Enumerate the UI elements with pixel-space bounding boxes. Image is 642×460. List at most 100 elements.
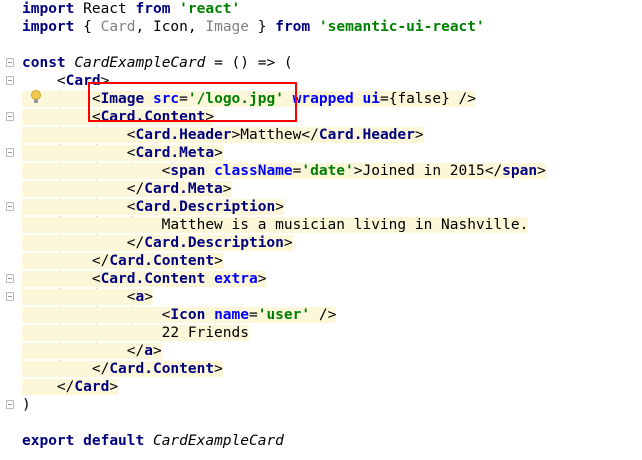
code-token: ={false} /> bbox=[379, 91, 477, 107]
code-token: CardExampleCard bbox=[74, 55, 206, 71]
code-token: export bbox=[22, 433, 75, 449]
fold-marker-icon[interactable] bbox=[6, 292, 14, 301]
code-token: 'date' bbox=[301, 163, 354, 179]
code-token: wrapped bbox=[292, 91, 354, 107]
code-token: < bbox=[22, 73, 66, 89]
code-text: <Card.Meta> bbox=[22, 144, 223, 162]
code-text: <span className='date'>Joined in 2015</s… bbox=[22, 162, 546, 180]
code-text: import React from 'react' bbox=[22, 0, 240, 18]
code-editor[interactable]: import React from 'react' import { Card, … bbox=[0, 0, 642, 460]
code-token: > bbox=[214, 361, 223, 377]
code-text: const CardExampleCard = () => ( bbox=[22, 54, 293, 72]
code-text: import { Card, Icon, Image } from 'seman… bbox=[22, 18, 485, 36]
code-token: } bbox=[249, 19, 276, 35]
fold-marker-icon[interactable] bbox=[6, 76, 14, 85]
code-token: < bbox=[22, 163, 171, 179]
fold-marker-icon[interactable] bbox=[6, 112, 14, 121]
code-token: span bbox=[170, 163, 206, 179]
code-token: Card.Header bbox=[318, 127, 415, 143]
code-token: >Joined in 2015</ bbox=[353, 163, 503, 179]
code-token: ui bbox=[362, 91, 380, 107]
code-token: > bbox=[222, 181, 232, 197]
code-token: < bbox=[22, 145, 136, 161]
code-token: > bbox=[152, 343, 162, 359]
code-token: Card.Meta bbox=[135, 145, 215, 161]
code-token: </ bbox=[22, 379, 75, 395]
fold-marker-icon[interactable] bbox=[6, 202, 14, 211]
code-token: > bbox=[109, 379, 119, 395]
code-token: React bbox=[74, 1, 136, 17]
fold-marker-icon[interactable] bbox=[6, 400, 14, 409]
fold-marker-icon[interactable] bbox=[6, 148, 14, 157]
code-token: from bbox=[275, 19, 311, 35]
code-token: > bbox=[283, 235, 293, 251]
code-token: { bbox=[74, 19, 101, 35]
lightbulb-icon[interactable] bbox=[30, 88, 42, 106]
code-token: Card.Description bbox=[144, 235, 284, 251]
code-text: export default CardExampleCard bbox=[22, 432, 284, 450]
code-token: > bbox=[144, 289, 153, 305]
code-token: import bbox=[22, 19, 75, 35]
code-text: <Card.Description> bbox=[22, 198, 284, 216]
code-token: a bbox=[135, 289, 145, 305]
code-token: className bbox=[214, 163, 293, 179]
code-token: > bbox=[214, 145, 223, 161]
code-token: Card.Content bbox=[109, 253, 215, 269]
code-token: < bbox=[22, 289, 136, 305]
code-token: </ bbox=[22, 253, 110, 269]
code-token: /> bbox=[310, 307, 337, 323]
fold-marker-icon[interactable] bbox=[6, 274, 14, 283]
code-text: <Icon name='user' /> bbox=[22, 306, 337, 324]
editor-gutter bbox=[0, 0, 18, 460]
code-token: Icon bbox=[170, 307, 206, 323]
code-token: >Matthew</ bbox=[231, 127, 319, 143]
code-text: </Card.Description> bbox=[22, 234, 293, 252]
code-token: < bbox=[22, 271, 101, 287]
code-token: const bbox=[22, 55, 66, 71]
code-text: 22 Friends bbox=[22, 324, 249, 342]
code-token: </ bbox=[22, 235, 145, 251]
code-token: Card bbox=[74, 379, 110, 395]
code-token: Card bbox=[100, 19, 136, 35]
code-text: <Card.Content extra> bbox=[22, 270, 267, 288]
code-token: > bbox=[537, 163, 546, 179]
code-text: <a> bbox=[22, 288, 153, 306]
code-token: > bbox=[257, 271, 267, 287]
code-text: Matthew is a musician living in Nashvill… bbox=[22, 216, 529, 234]
code-token: < bbox=[22, 307, 171, 323]
code-text: </Card.Content> bbox=[22, 360, 223, 378]
code-token: from bbox=[135, 1, 171, 17]
highlight-box bbox=[88, 82, 297, 122]
code-token: Card.Content bbox=[100, 271, 206, 287]
code-token: 'user' bbox=[257, 307, 311, 323]
code-token: > bbox=[414, 127, 424, 143]
code-text: </Card> bbox=[22, 378, 119, 396]
code-token: 'semantic-ui-react' bbox=[318, 19, 485, 35]
code-token: = () => ( bbox=[205, 55, 293, 71]
code-token: Image bbox=[205, 19, 250, 35]
code-token: import bbox=[22, 1, 75, 17]
code-token: 'react' bbox=[179, 1, 241, 17]
code-token: < bbox=[22, 127, 136, 143]
code-text: <Card.Header>Matthew</Card.Header> bbox=[22, 126, 424, 144]
code-token: a bbox=[144, 343, 153, 359]
code-token: default bbox=[83, 433, 145, 449]
code-text: </Card.Content> bbox=[22, 252, 223, 270]
code-token: , Icon, bbox=[135, 19, 206, 35]
fold-marker-icon[interactable] bbox=[6, 58, 14, 67]
code-token: Card.Meta bbox=[144, 181, 223, 197]
code-text: ) bbox=[22, 396, 31, 414]
code-token: span bbox=[502, 163, 538, 179]
code-token: Card.Description bbox=[135, 199, 276, 215]
code-token: < bbox=[22, 199, 136, 215]
code-text: </a> bbox=[22, 342, 162, 360]
code-token: CardExampleCard bbox=[152, 433, 284, 449]
code-token: Card.Content bbox=[109, 361, 215, 377]
code-text: </Card.Meta> bbox=[22, 180, 232, 198]
